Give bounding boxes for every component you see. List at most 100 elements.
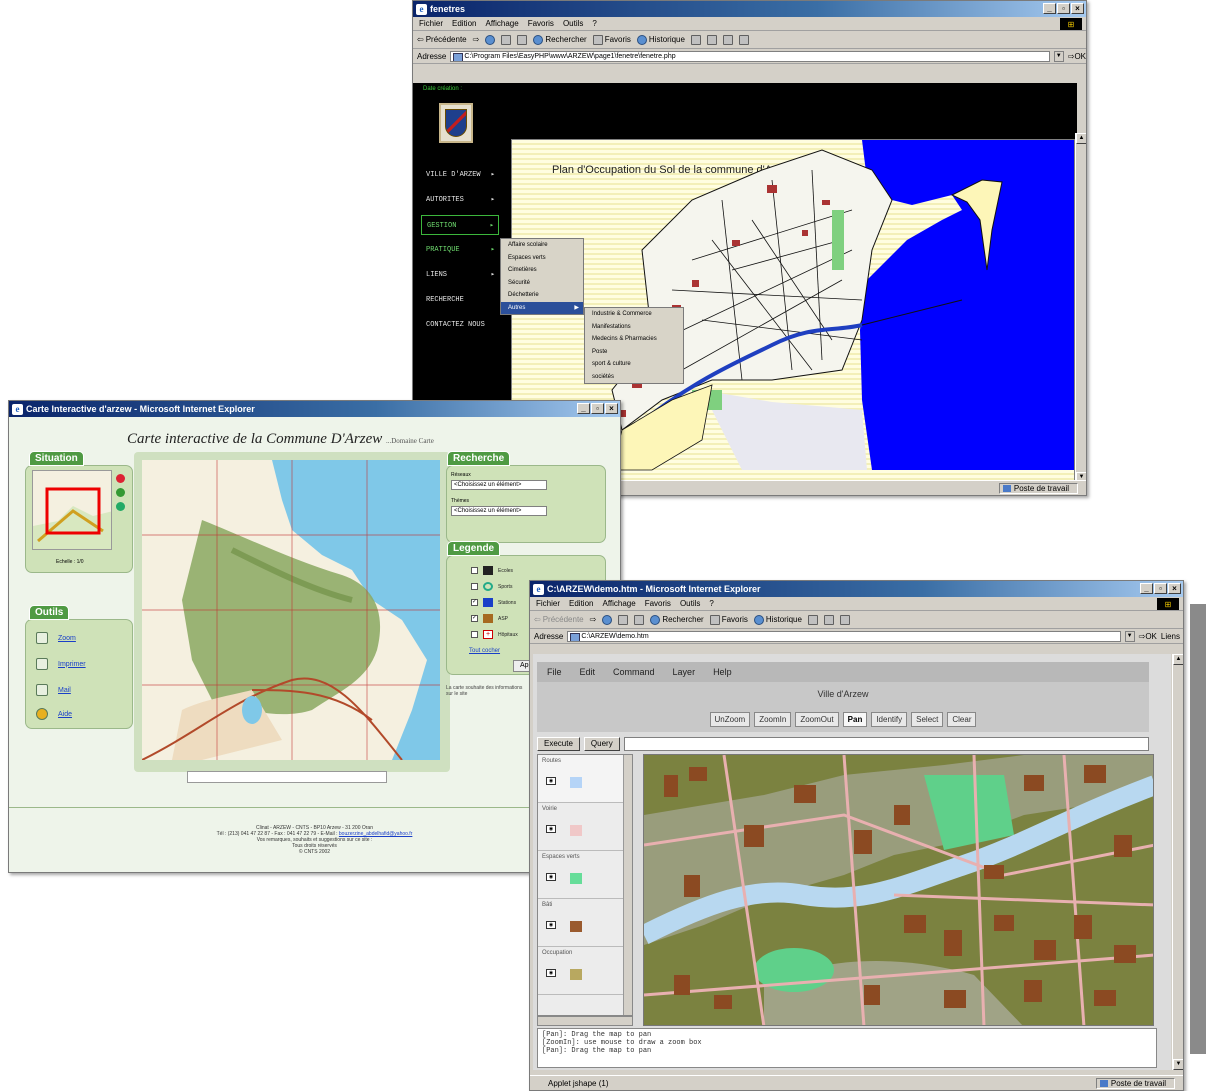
query-button[interactable]: Query xyxy=(583,737,620,751)
eye-icon[interactable]: ◉ xyxy=(546,777,556,785)
nav-liens[interactable]: LIENS ▸ xyxy=(421,265,499,285)
menu-fichier[interactable]: Fichier xyxy=(536,599,560,608)
legend-row[interactable]: Ecoles xyxy=(471,566,513,575)
legend-checkbox[interactable]: ✓ xyxy=(471,599,478,606)
address-input[interactable]: C:\ARZEW\demo.htm xyxy=(567,630,1121,642)
refresh-icon[interactable] xyxy=(501,34,512,45)
submenu-item[interactable]: sport & culture xyxy=(585,358,683,371)
legend-row[interactable]: Sports xyxy=(471,582,512,591)
menu-edition[interactable]: Edition xyxy=(452,19,476,28)
stop-icon[interactable] xyxy=(602,614,613,625)
menu-edition[interactable]: Edition xyxy=(569,599,593,608)
links-button[interactable]: Liens xyxy=(1161,632,1180,641)
reseaux-select[interactable]: <Choisissez un élément> xyxy=(451,480,547,490)
scroll-up-icon[interactable]: ▲ xyxy=(1173,654,1183,665)
zoomout-button[interactable]: ZoomOut xyxy=(795,711,839,727)
menu-favoris[interactable]: Favoris xyxy=(528,19,554,28)
situation-tab[interactable]: Situation xyxy=(29,451,84,466)
layer-item[interactable]: Occupation ◉ xyxy=(538,947,632,995)
layer-item[interactable]: Routes ◉ xyxy=(538,755,632,803)
titlebar[interactable]: e C:\ARZEW\demo.htm - Microsoft Internet… xyxy=(530,581,1183,597)
scroll-up-icon[interactable]: ▲ xyxy=(1076,133,1086,144)
legend-checkbox[interactable] xyxy=(471,567,478,574)
legend-row[interactable]: ✓ ASP xyxy=(471,614,508,623)
recherche-tab[interactable]: Recherche xyxy=(447,451,511,466)
search-button[interactable]: Rechercher xyxy=(533,34,587,45)
eye-icon[interactable]: ◉ xyxy=(546,921,556,929)
go-button[interactable]: ⇨OK xyxy=(1068,52,1086,61)
applet-menu-file[interactable]: File xyxy=(547,667,562,677)
submenu-item[interactable]: sociétés xyxy=(585,371,683,384)
print-icon[interactable] xyxy=(706,34,717,45)
vertical-scrollbar[interactable]: ▲ ▼ xyxy=(1172,654,1183,1070)
menu-help[interactable]: ? xyxy=(592,19,596,28)
home-icon[interactable] xyxy=(517,34,528,45)
favorites-button[interactable]: Favoris xyxy=(592,34,631,45)
nav-ville[interactable]: VILLE D'ARZEW ▸ xyxy=(421,165,499,185)
print-icon[interactable] xyxy=(823,614,834,625)
layer-item[interactable]: Voirie ◉ xyxy=(538,803,632,851)
close-button[interactable]: × xyxy=(605,403,618,414)
submenu-item-autres[interactable]: Autres ▶ xyxy=(501,301,583,314)
tool-help[interactable]: Aide xyxy=(36,708,72,720)
submenu-item[interactable]: Déchetterie xyxy=(501,289,583,302)
applet-menu-layer[interactable]: Layer xyxy=(673,667,696,677)
eye-icon[interactable]: ◉ xyxy=(546,825,556,833)
minimize-button[interactable]: _ xyxy=(1043,3,1056,14)
maximize-button[interactable]: ▫ xyxy=(591,403,604,414)
home-icon[interactable] xyxy=(634,614,645,625)
close-button[interactable]: × xyxy=(1071,3,1084,14)
nav-recherche[interactable]: RECHERCHE xyxy=(421,290,499,310)
topo-map[interactable] xyxy=(142,460,440,760)
themes-select[interactable]: <Choisissez un élément> xyxy=(451,506,547,516)
outils-tab[interactable]: Outils xyxy=(29,605,70,620)
scroll-down-icon[interactable]: ▼ xyxy=(1173,1059,1183,1070)
eye-icon[interactable]: ◉ xyxy=(546,873,556,881)
eye-icon[interactable]: ◉ xyxy=(546,969,556,977)
forward-button[interactable]: ⇨ xyxy=(590,615,597,624)
submenu-item[interactable]: Manifestations xyxy=(585,321,683,334)
check-all-link[interactable]: Tout cocher xyxy=(469,648,500,654)
query-input[interactable] xyxy=(623,737,1149,751)
menu-affichage[interactable]: Affichage xyxy=(602,599,635,608)
menu-affichage[interactable]: Affichage xyxy=(485,19,518,28)
menu-help[interactable]: ? xyxy=(709,599,713,608)
nav-gestion[interactable]: GESTION ▸ xyxy=(421,215,499,235)
history-button[interactable]: Historique xyxy=(636,34,685,45)
titlebar[interactable]: e fenetres _ ▫ × xyxy=(413,1,1086,17)
legend-row[interactable]: ✓ Stations xyxy=(471,598,516,607)
edit-icon[interactable] xyxy=(839,614,850,625)
legend-row[interactable]: + Hôpitaux xyxy=(471,630,518,639)
execute-button[interactable]: Execute xyxy=(537,737,580,751)
submenu-item[interactable]: Industrie & Commerce xyxy=(585,308,683,321)
submenu-item[interactable]: Affaire scolaire xyxy=(501,239,583,252)
address-dropdown[interactable]: ▼ xyxy=(1124,630,1135,642)
search-button[interactable]: Rechercher xyxy=(650,614,704,625)
mail-icon[interactable] xyxy=(690,34,701,45)
unzoom-button[interactable]: UnZoom xyxy=(709,711,751,727)
back-button[interactable]: ⇦ Précédente xyxy=(417,35,467,44)
zoomin-button[interactable]: ZoomIn xyxy=(754,711,792,727)
layers-scrollbar[interactable] xyxy=(623,755,632,1015)
legende-tab[interactable]: Legende xyxy=(447,541,501,556)
applet-menu-command[interactable]: Command xyxy=(613,667,655,677)
maximize-button[interactable]: ▫ xyxy=(1154,583,1167,594)
zoom-out-icon[interactable] xyxy=(116,474,125,483)
refresh-icon[interactable] xyxy=(618,614,629,625)
menu-favoris[interactable]: Favoris xyxy=(645,599,671,608)
refresh-icon[interactable] xyxy=(116,502,125,511)
nav-contact[interactable]: CONTACTEZ NOUS xyxy=(421,315,499,335)
back-button[interactable]: ⇦ Précédente xyxy=(534,615,584,624)
edit-icon[interactable] xyxy=(722,34,733,45)
select-button[interactable]: Select xyxy=(911,711,944,727)
identify-button[interactable]: Identify xyxy=(871,711,908,727)
pan-button[interactable]: Pan xyxy=(842,711,868,727)
legend-checkbox[interactable] xyxy=(471,631,478,638)
applet-menu-help[interactable]: Help xyxy=(713,667,732,677)
clear-button[interactable]: Clear xyxy=(947,711,977,727)
titlebar[interactable]: e Carte Interactive d'arzew - Microsoft … xyxy=(9,401,620,417)
submenu-item[interactable]: Cimetières xyxy=(501,264,583,277)
overview-map[interactable] xyxy=(32,470,112,550)
menu-outils[interactable]: Outils xyxy=(680,599,700,608)
vertical-scrollbar[interactable]: ▲ ▼ xyxy=(1075,133,1086,483)
